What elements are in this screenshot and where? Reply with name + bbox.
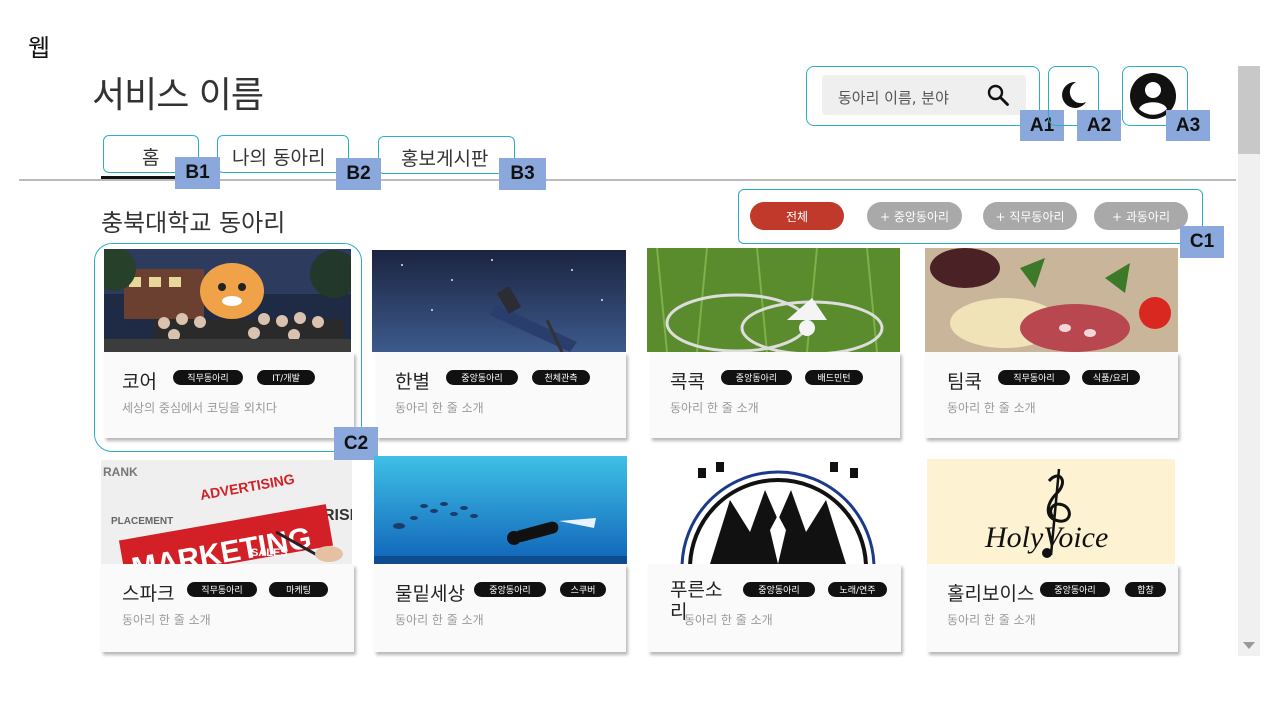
- search-icon[interactable]: [986, 83, 1010, 107]
- club-type-badge: 중앙동아리: [474, 582, 546, 597]
- holy-voice-logo-text: HolyVoice: [984, 521, 1108, 554]
- club-category-badge: 노래/연주: [828, 582, 887, 597]
- search-placeholder: 동아리 이름, 분야: [838, 89, 949, 107]
- tab-home-label: 홈: [142, 147, 160, 169]
- club-category-badge: 천체관측: [532, 370, 590, 385]
- annotation-label-a3: A3: [1166, 110, 1210, 141]
- club-category-badge: 스쿠버: [560, 582, 606, 597]
- club-type-badge: 직무동아리: [187, 582, 257, 597]
- club-category-badge: 마케팅: [269, 582, 328, 597]
- club-card-mulmit[interactable]: [374, 564, 626, 652]
- marketing-word-rank: RANK: [103, 465, 138, 479]
- club-category-badge: 합창: [1125, 582, 1166, 597]
- club-description: 동아리 한 줄 소개: [947, 401, 1036, 415]
- club-name: 콕콕: [670, 371, 705, 393]
- filter-chip-all[interactable]: 전체: [750, 202, 844, 230]
- club-description: 동아리 한 줄 소개: [947, 613, 1036, 627]
- annotation-label-a2: A2: [1077, 110, 1121, 141]
- club-card-spark[interactable]: [101, 564, 354, 652]
- club-name: 스파크: [122, 583, 175, 605]
- filter-chip-job[interactable]: + 직무동아리: [983, 202, 1077, 230]
- club-type-badge: 중앙동아리: [721, 370, 792, 385]
- club-description: 동아리 한 줄 소개: [395, 401, 484, 415]
- club-card-hanbyeol[interactable]: [376, 352, 626, 438]
- club-card-kokkok[interactable]: [650, 352, 900, 438]
- club-description: 동아리 한 줄 소개: [684, 613, 773, 627]
- filter-chip-department[interactable]: + 과동아리: [1094, 202, 1188, 230]
- section-title: 충북대학교 동아리: [101, 209, 286, 237]
- dark-mode-moon-icon[interactable]: [1056, 78, 1090, 112]
- scrollbar-thumb[interactable]: [1238, 66, 1260, 154]
- annotation-label-b1: B1: [175, 157, 220, 189]
- filter-chip-central[interactable]: + 중앙동아리: [867, 202, 962, 230]
- club-image-teamcook: [925, 248, 1178, 352]
- service-title: 서비스 이름: [92, 75, 264, 116]
- club-card-holyvoice[interactable]: [927, 564, 1178, 652]
- club-image-kokkok: [647, 248, 900, 352]
- club-type-badge: 중앙동아리: [446, 370, 518, 385]
- club-image-pureunsori: [670, 460, 885, 564]
- scroll-down-arrow-icon[interactable]: [1243, 642, 1255, 649]
- club-type-badge: 중앙동아리: [743, 582, 815, 597]
- club-card-teamcook[interactable]: [925, 352, 1178, 438]
- annotation-label-c2: C2: [334, 427, 378, 460]
- club-type-badge: 직무동아리: [998, 370, 1070, 385]
- annotation-frame-c2: [94, 243, 362, 452]
- club-type-badge: 중앙동아리: [1040, 582, 1110, 597]
- club-category-badge: 배드민턴: [805, 370, 863, 385]
- annotation-label-b2: B2: [336, 158, 381, 190]
- tab-promotion-board-label: 홍보게시판: [401, 148, 489, 170]
- club-image-holyvoice: HolyVoice: [927, 459, 1175, 564]
- annotation-label-b3: B3: [499, 158, 546, 190]
- club-image-mulmit: [374, 456, 627, 564]
- club-description: 동아리 한 줄 소개: [670, 401, 759, 415]
- tab-my-clubs-label: 나의 동아리: [232, 147, 326, 169]
- club-image-hanbyeol: [372, 250, 626, 352]
- club-category-badge: 식품/요리: [1082, 370, 1140, 385]
- club-name: 홀리보이스: [947, 583, 1035, 605]
- club-name: 물밑세상: [395, 583, 465, 605]
- vertical-scrollbar[interactable]: [1238, 66, 1260, 656]
- annotation-label-c1: C1: [1180, 226, 1224, 258]
- marketing-word-placement: PLACEMENT: [111, 516, 173, 527]
- club-image-spark: RANK ADVERTISING PLACEMENT RISK MARKETIN…: [101, 460, 352, 564]
- page-label: 웹: [28, 34, 51, 62]
- club-name: 한별: [395, 371, 430, 393]
- club-description: 동아리 한 줄 소개: [395, 613, 484, 627]
- club-description: 동아리 한 줄 소개: [122, 613, 211, 627]
- club-name: 팀쿡: [947, 371, 982, 393]
- marketing-word-sales: SALES: [251, 547, 288, 559]
